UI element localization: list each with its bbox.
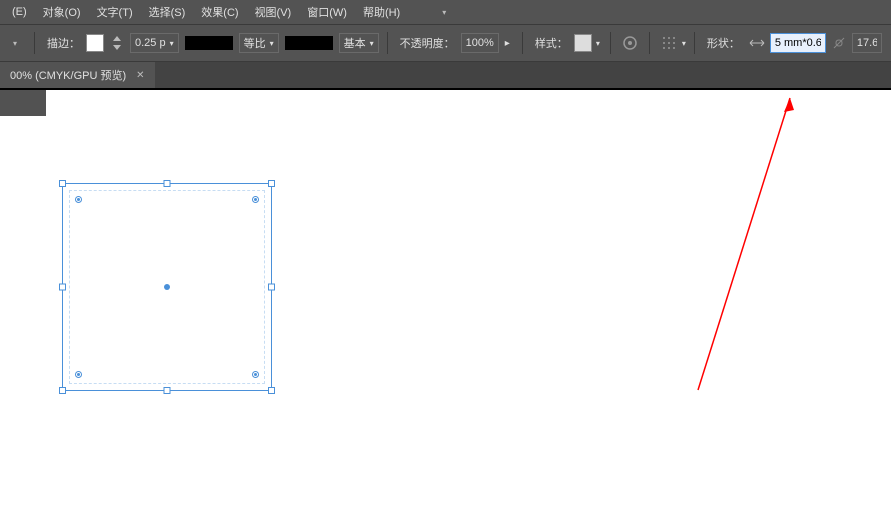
menu-object[interactable]: 对象(O): [35, 4, 89, 20]
width-icon: [746, 32, 768, 54]
stroke-swatch[interactable]: [86, 34, 104, 52]
opacity-value: 100%: [466, 37, 494, 49]
divider: [610, 32, 611, 54]
stroke-weight-stepper-icon[interactable]: [106, 32, 128, 54]
opacity-dropdown[interactable]: 100%: [461, 33, 499, 53]
workspace-dropdown-icon[interactable]: ▾: [436, 4, 452, 20]
recolor-icon[interactable]: [619, 32, 641, 54]
stroke-weight-dropdown[interactable]: 0.25 p ▾: [130, 33, 179, 53]
corner-widget-top-left[interactable]: [75, 196, 82, 203]
stroke-profile-dropdown[interactable]: 等比 ▾: [239, 33, 279, 53]
menu-effect[interactable]: 效果(C): [193, 4, 246, 20]
menu-type[interactable]: 文字(T): [89, 4, 141, 20]
resize-handle-bottom-middle[interactable]: [164, 387, 171, 394]
align-icon[interactable]: [658, 32, 680, 54]
menu-select[interactable]: 选择(S): [141, 4, 194, 20]
stroke-profile-preview: [185, 36, 233, 50]
style-label: 样式：: [535, 35, 568, 51]
chevron-down-icon: ▾: [270, 39, 274, 48]
document-tab-title: 00% (CMYK/GPU 预览): [10, 67, 126, 83]
shape-label: 形状：: [707, 35, 740, 51]
menu-window[interactable]: 窗口(W): [299, 4, 355, 20]
menubar-icons: ▾: [416, 4, 452, 20]
divider: [387, 32, 388, 54]
resize-handle-bottom-left[interactable]: [59, 387, 66, 394]
stroke-label: 描边：: [47, 35, 80, 51]
canvas-pasteboard: [0, 90, 46, 116]
corner-widget-bottom-left[interactable]: [75, 371, 82, 378]
chevron-down-icon[interactable]: ▾: [682, 39, 686, 48]
brush-preview: [285, 36, 333, 50]
document-tab[interactable]: 00% (CMYK/GPU 预览) ✕: [0, 62, 155, 88]
selected-rectangle[interactable]: [62, 183, 272, 391]
divider: [522, 32, 523, 54]
stroke-profile-label: 等比: [244, 35, 266, 51]
brush-label: 基本: [344, 35, 366, 51]
resize-handle-bottom-right[interactable]: [268, 387, 275, 394]
shape-height-input[interactable]: [852, 33, 882, 53]
resize-handle-top-left[interactable]: [59, 180, 66, 187]
resize-handle-middle-right[interactable]: [268, 284, 275, 291]
divider: [649, 32, 650, 54]
opacity-label: 不透明度：: [400, 35, 455, 51]
shape-width-input[interactable]: [770, 33, 826, 53]
stroke-weight-value: 0.25 p: [135, 37, 166, 49]
resize-handle-top-middle[interactable]: [164, 180, 171, 187]
menu-edit[interactable]: (E): [4, 6, 35, 18]
menu-view[interactable]: 视图(V): [247, 4, 300, 20]
link-icon[interactable]: [828, 32, 850, 54]
fill-dropdown-icon[interactable]: ▾: [4, 32, 26, 54]
center-point-icon: [164, 284, 170, 290]
divider: [34, 32, 35, 54]
corner-widget-bottom-right[interactable]: [252, 371, 259, 378]
chevron-down-icon: ▾: [370, 39, 374, 48]
chevron-down-icon: ▾: [170, 39, 174, 48]
brush-dropdown[interactable]: 基本 ▾: [339, 33, 379, 53]
resize-handle-top-right[interactable]: [268, 180, 275, 187]
canvas-area[interactable]: [0, 88, 891, 505]
close-icon[interactable]: ✕: [136, 70, 144, 81]
grid-icon[interactable]: [416, 4, 432, 20]
menu-help[interactable]: 帮助(H): [355, 4, 408, 20]
corner-widget-top-right[interactable]: [252, 196, 259, 203]
document-tabbar: 00% (CMYK/GPU 预览) ✕: [0, 62, 891, 88]
options-toolbar: ▾ 描边： 0.25 p ▾ 等比 ▾ 基本 ▾ 不透明度： 100% ▸ 样式…: [0, 24, 891, 62]
resize-handle-middle-left[interactable]: [59, 284, 66, 291]
chevron-right-icon[interactable]: ▸: [505, 38, 510, 49]
chevron-down-icon[interactable]: ▾: [596, 39, 600, 48]
menubar: (E) 对象(O) 文字(T) 选择(S) 效果(C) 视图(V) 窗口(W) …: [0, 0, 891, 24]
style-swatch[interactable]: [574, 34, 592, 52]
divider: [694, 32, 695, 54]
